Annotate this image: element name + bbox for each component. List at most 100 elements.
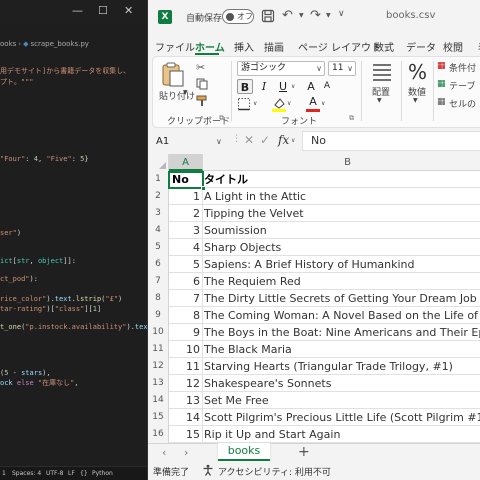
row-header[interactable]: 6 <box>148 256 169 273</box>
accessibility-icon[interactable] <box>202 464 214 476</box>
tab-draw[interactable]: 描画 <box>264 39 284 54</box>
close-button[interactable]: ✕ <box>124 4 133 17</box>
cell-b[interactable]: Set Me Free <box>203 392 480 409</box>
row-header[interactable]: 12 <box>148 358 169 375</box>
borders-icon[interactable] <box>237 97 251 111</box>
row-header[interactable]: 8 <box>148 290 169 307</box>
format-as-table-label[interactable]: テーブ <box>449 79 475 92</box>
row-header[interactable]: 3 <box>148 205 169 222</box>
cell-b[interactable]: Sharp Objects <box>203 239 480 256</box>
chevron-down-icon[interactable]: ▼ <box>377 97 382 104</box>
chevron-down-icon[interactable]: ▼ <box>413 97 418 104</box>
cell-a[interactable]: 15 <box>169 426 203 443</box>
alignment-icon[interactable] <box>371 61 393 83</box>
paste-icon[interactable] <box>161 61 185 87</box>
quick-access-more[interactable]: ∨ <box>338 9 345 19</box>
cell-a[interactable]: 1 <box>169 188 203 205</box>
row-header[interactable]: 14 <box>148 392 169 409</box>
cell-b[interactable]: タイトル <box>203 171 480 188</box>
status-encoding[interactable]: UTF-8 <box>46 470 64 477</box>
row-header[interactable]: 2 <box>148 188 169 205</box>
cell-b[interactable]: Shakespeare's Sonnets <box>203 375 480 392</box>
conditional-format-label[interactable]: 条件付 <box>449 61 476 74</box>
redo-icon[interactable]: ↷ <box>310 8 321 23</box>
column-header-a[interactable]: A <box>169 154 203 171</box>
cell-b[interactable]: Soumission <box>203 222 480 239</box>
cell-a[interactable]: 12 <box>169 375 203 392</box>
format-painter-icon[interactable] <box>196 95 208 107</box>
row-header[interactable]: 13 <box>148 375 169 392</box>
sheet-tab-books[interactable]: books <box>218 443 270 461</box>
chevron-down-icon[interactable]: ∨ <box>321 100 325 107</box>
font-size-field[interactable]: 11 ∨ <box>328 61 356 76</box>
cell-a[interactable]: 3 <box>169 222 203 239</box>
cell-a[interactable]: 2 <box>169 205 203 222</box>
dialog-launcher-icon[interactable]: ⧉ <box>219 114 224 123</box>
cell-b[interactable]: The Coming Woman: A Novel Based on the L… <box>203 307 480 324</box>
tab-insert[interactable]: 挿入 <box>234 39 254 54</box>
copy-icon[interactable] <box>196 78 208 90</box>
breadcrumb-folder[interactable]: ooks <box>0 40 16 48</box>
chevron-down-icon[interactable]: ▼ <box>183 89 188 96</box>
breadcrumb-file[interactable]: scrape_books.py <box>30 40 88 48</box>
cell-a[interactable]: 6 <box>169 273 203 290</box>
cell-a[interactable]: 4 <box>169 239 203 256</box>
sheet-next-button[interactable]: › <box>184 446 188 459</box>
enter-icon[interactable]: ✓ <box>260 133 270 147</box>
grow-font-button[interactable]: A <box>303 79 319 94</box>
font-color-icon[interactable]: A <box>305 95 321 113</box>
save-icon[interactable] <box>261 9 275 23</box>
autosave-toggle[interactable]: オフ <box>222 9 254 24</box>
percent-icon[interactable]: % <box>408 60 427 84</box>
row-header[interactable]: 1 <box>148 171 169 188</box>
tab-home[interactable]: ホーム <box>195 39 225 54</box>
formula-input[interactable]: No <box>302 131 480 151</box>
chevron-down-icon[interactable]: ▼ <box>326 12 331 19</box>
add-sheet-button[interactable]: + <box>298 444 310 460</box>
cell-b[interactable]: The Black Maria <box>203 341 480 358</box>
row-header[interactable]: 7 <box>148 273 169 290</box>
row-header[interactable]: 10 <box>148 324 169 341</box>
cut-icon[interactable]: ✂ <box>196 61 205 74</box>
cell-b[interactable]: Starving Hearts (Triangular Trade Trilog… <box>203 358 480 375</box>
row-header[interactable]: 5 <box>148 239 169 256</box>
cell-a[interactable]: 13 <box>169 392 203 409</box>
row-header[interactable]: 4 <box>148 222 169 239</box>
underline-button[interactable]: U <box>275 79 291 94</box>
select-all-button[interactable] <box>148 154 169 171</box>
status-eol[interactable]: LF <box>68 470 75 477</box>
cell-a[interactable]: 8 <box>169 307 203 324</box>
chevron-down-icon[interactable]: ▼ <box>299 12 304 19</box>
chevron-down-icon[interactable]: ∨ <box>216 133 222 150</box>
cell-styles-icon[interactable]: ▦ <box>437 97 446 107</box>
status-position[interactable]: 1 <box>2 470 6 477</box>
code-editor[interactable]: 用デモサイト]から書籍データを収集し、 プト。""" "Four": 4, "F… <box>0 58 147 460</box>
paste-label[interactable]: 貼り付け <box>159 89 195 102</box>
fill-color-icon[interactable] <box>271 96 287 112</box>
minimize-button[interactable]: — <box>72 4 83 17</box>
cell-a[interactable]: 14 <box>169 409 203 426</box>
column-header-b[interactable]: B <box>203 154 480 171</box>
chevron-down-icon[interactable]: ∨ <box>291 83 295 90</box>
tab-formulas[interactable]: 数式 <box>374 39 394 54</box>
shrink-font-button[interactable]: A <box>319 79 335 94</box>
name-box[interactable]: A1 <box>154 133 224 150</box>
tab-data[interactable]: データ <box>406 39 436 54</box>
undo-icon[interactable]: ↶ <box>282 8 293 23</box>
cell-a[interactable]: 11 <box>169 358 203 375</box>
chevron-down-icon[interactable]: ∨ <box>291 137 295 144</box>
insert-function-icon[interactable]: fx <box>278 133 289 147</box>
tab-review[interactable]: 校閲 <box>443 39 463 54</box>
cell-a[interactable]: 9 <box>169 324 203 341</box>
cell-b[interactable]: Tipping the Velvet <box>203 205 480 222</box>
cell-a[interactable]: 7 <box>169 290 203 307</box>
font-name-field[interactable]: 游ゴシック ∨ <box>237 61 325 76</box>
bold-button[interactable]: B <box>237 79 253 94</box>
breadcrumb[interactable]: ooks › ◆ scrape_books.py <box>0 40 89 48</box>
cell-b[interactable]: Scott Pilgrim's Precious Little Life (Sc… <box>203 409 480 426</box>
italic-button[interactable]: I <box>256 79 272 94</box>
cell-b[interactable]: The Boys in the Boat: Nine Americans and… <box>203 324 480 341</box>
row-header[interactable]: 15 <box>148 409 169 426</box>
cell-b[interactable]: Sapiens: A Brief History of Humankind <box>203 256 480 273</box>
cell-b[interactable]: The Dirty Little Secrets of Getting Your… <box>203 290 480 307</box>
